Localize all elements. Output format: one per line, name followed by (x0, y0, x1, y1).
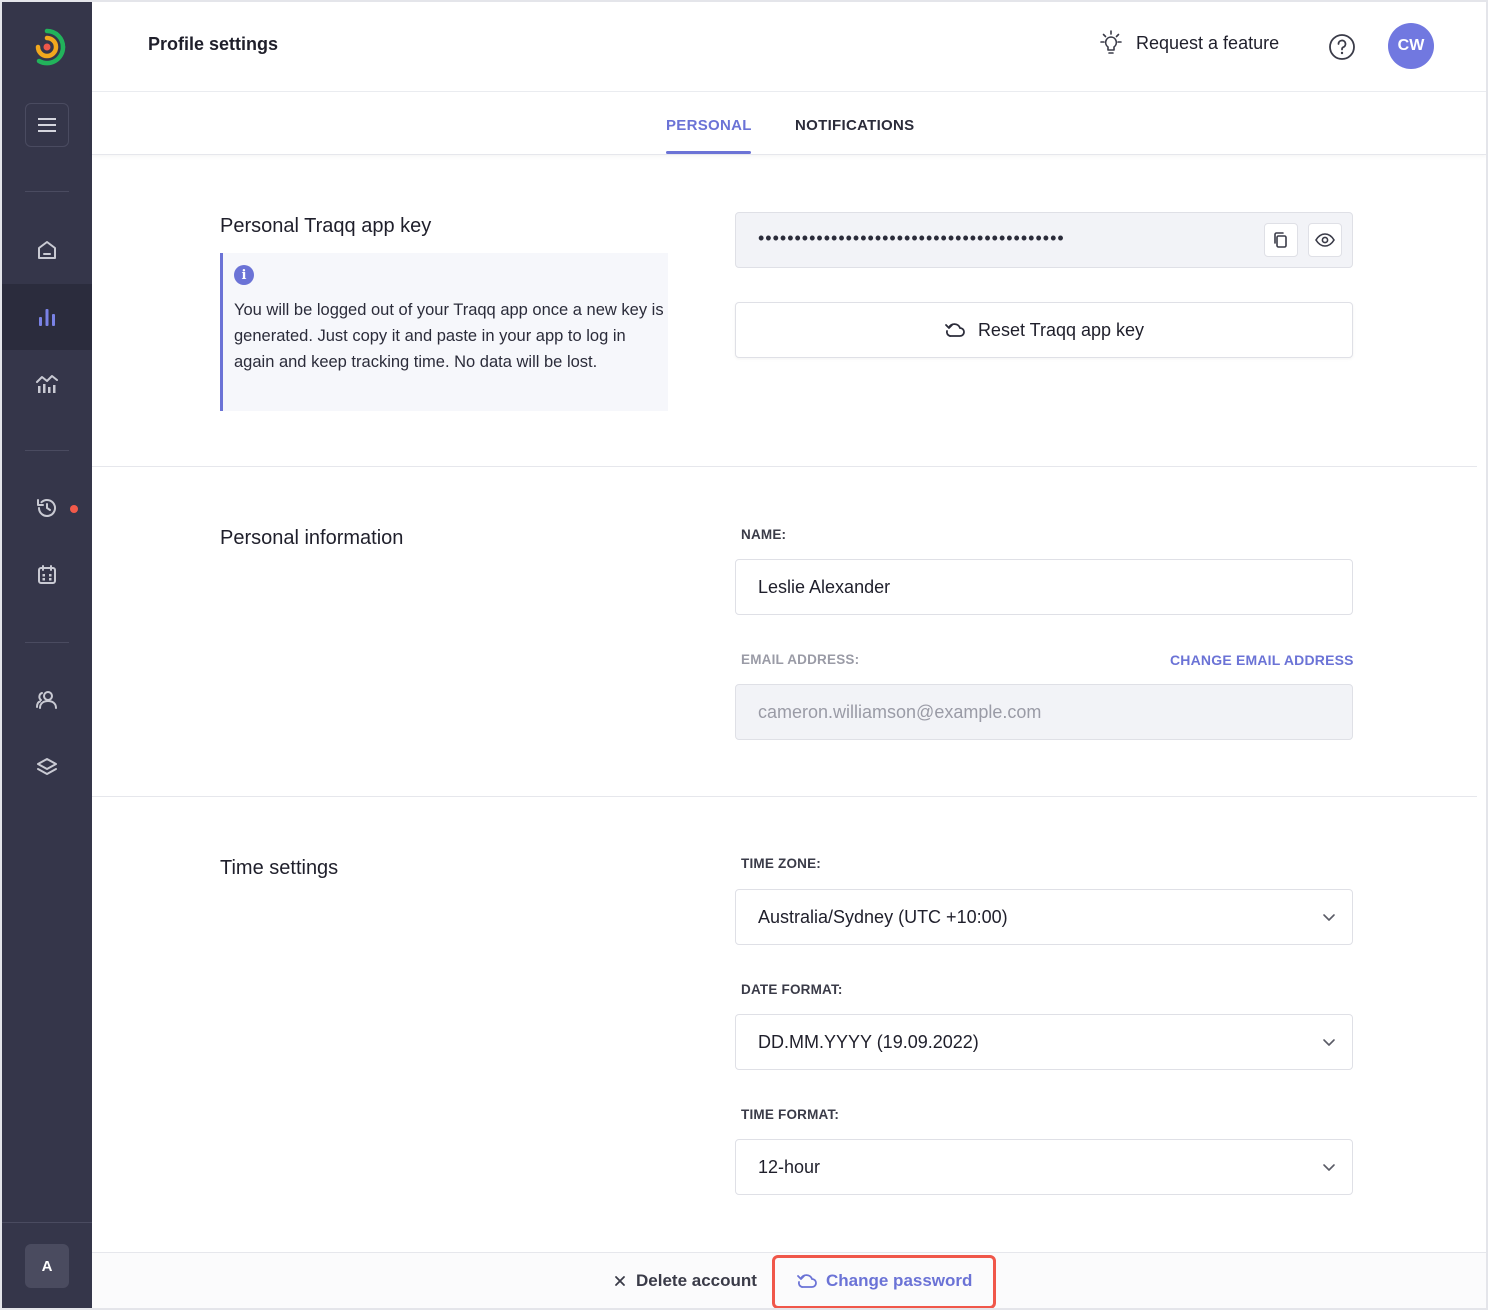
reset-app-key-label: Reset Traqq app key (977, 319, 1145, 340)
chevron-down-icon (1323, 1164, 1335, 1171)
request-feature-button[interactable]: Request a feature (1098, 30, 1279, 56)
section-title-time-settings: Time settings (220, 857, 339, 879)
sidebar-divider (25, 450, 69, 451)
section-divider (92, 466, 1477, 467)
chevron-down-icon (1323, 914, 1335, 921)
logo-icon (35, 28, 66, 66)
traqq-logo[interactable] (2, 2, 92, 92)
request-feature-label: Request a feature (1136, 32, 1280, 53)
tab-bar: PERSONAL NOTIFICATIONS (92, 92, 1486, 155)
time-format-select[interactable]: 12-hour (735, 1139, 1353, 1195)
calendar-icon (38, 565, 56, 584)
sidebar-divider (25, 191, 69, 192)
tab-personal[interactable]: PERSONAL (666, 117, 752, 134)
help-icon (1329, 34, 1355, 60)
sidebar-divider (2, 1222, 92, 1223)
name-label: NAME: (741, 527, 787, 542)
reset-app-key-button[interactable]: Reset Traqq app key (735, 302, 1353, 358)
eye-icon (1315, 233, 1335, 247)
change-password-label: Change password (826, 1271, 973, 1290)
lightbulb-icon (1100, 30, 1122, 54)
user-avatar[interactable]: CW (1388, 23, 1434, 69)
timezone-select[interactable]: Australia/Sydney (UTC +10:00) (735, 889, 1353, 945)
date-format-label: DATE FORMAT: (741, 982, 843, 997)
sidebar: A (2, 2, 92, 1308)
close-icon (615, 1276, 625, 1286)
date-format-value: DD.MM.YYYY (19.09.2022) (758, 1031, 979, 1052)
section-title-personal-info: Personal information (220, 527, 404, 549)
app-window: A Profile settings Request a feature CW … (0, 0, 1488, 1310)
refresh-cloud-icon (797, 1274, 817, 1288)
show-key-button[interactable] (1308, 223, 1342, 257)
hamburger-icon (38, 118, 56, 132)
time-format-label: TIME FORMAT: (741, 1107, 840, 1122)
time-format-value: 12-hour (758, 1156, 821, 1177)
sidebar-item-reports[interactable] (2, 284, 92, 350)
sidebar-item-analytics[interactable] (2, 351, 92, 417)
info-text: You will be logged out of your Traqq app… (234, 301, 664, 371)
app-key-field: ••••••••••••••••••••••••••••••••••••••••… (735, 212, 1353, 268)
name-input[interactable]: Leslie Alexander (735, 559, 1353, 615)
copy-icon (1274, 232, 1287, 248)
team-icon (36, 691, 57, 709)
sidebar-item-home[interactable] (2, 217, 92, 283)
section-divider (92, 796, 1477, 797)
email-label: EMAIL ADDRESS: (741, 652, 860, 667)
top-header: Profile settings Request a feature CW (92, 2, 1486, 92)
page-title: Profile settings (148, 34, 279, 54)
analytics-icon (36, 375, 58, 393)
change-password-button[interactable]: Change password (796, 1271, 972, 1291)
menu-toggle-button[interactable] (25, 103, 69, 147)
sidebar-item-team[interactable] (2, 667, 92, 733)
sidebar-item-calendar[interactable] (2, 542, 92, 608)
info-icon: i (234, 265, 254, 285)
sidebar-item-projects[interactable] (2, 734, 92, 800)
tab-notifications[interactable]: NOTIFICATIONS (795, 117, 914, 134)
email-input: cameron.williamson@example.com (735, 684, 1353, 740)
footer-bar: Delete account Change password (92, 1252, 1486, 1308)
masked-app-key: ••••••••••••••••••••••••••••••••••••••••… (758, 228, 1065, 248)
timezone-value: Australia/Sydney (UTC +10:00) (758, 906, 1008, 927)
help-button[interactable] (1328, 33, 1356, 66)
layers-icon (37, 758, 57, 775)
history-icon (37, 499, 56, 517)
info-callout: i You will be logged out of your Traqq a… (220, 253, 668, 411)
refresh-cloud-icon (945, 323, 965, 337)
active-tab-indicator (666, 151, 751, 154)
bar-chart-icon (39, 309, 55, 326)
timezone-label: TIME ZONE: (741, 856, 821, 871)
change-email-link[interactable]: CHANGE EMAIL ADDRESS (1170, 652, 1354, 668)
delete-account-label: Delete account (636, 1271, 757, 1290)
sidebar-divider (25, 642, 69, 643)
home-icon (38, 241, 56, 259)
section-title-app-key: Personal Traqq app key (220, 215, 432, 237)
copy-key-button[interactable] (1264, 223, 1298, 257)
chevron-down-icon (1323, 1039, 1335, 1046)
sidebar-item-history[interactable] (2, 475, 92, 541)
notification-dot (70, 505, 78, 513)
delete-account-button[interactable]: Delete account (614, 1271, 757, 1291)
date-format-select[interactable]: DD.MM.YYYY (19.09.2022) (735, 1014, 1353, 1070)
workspace-avatar[interactable]: A (25, 1244, 69, 1288)
